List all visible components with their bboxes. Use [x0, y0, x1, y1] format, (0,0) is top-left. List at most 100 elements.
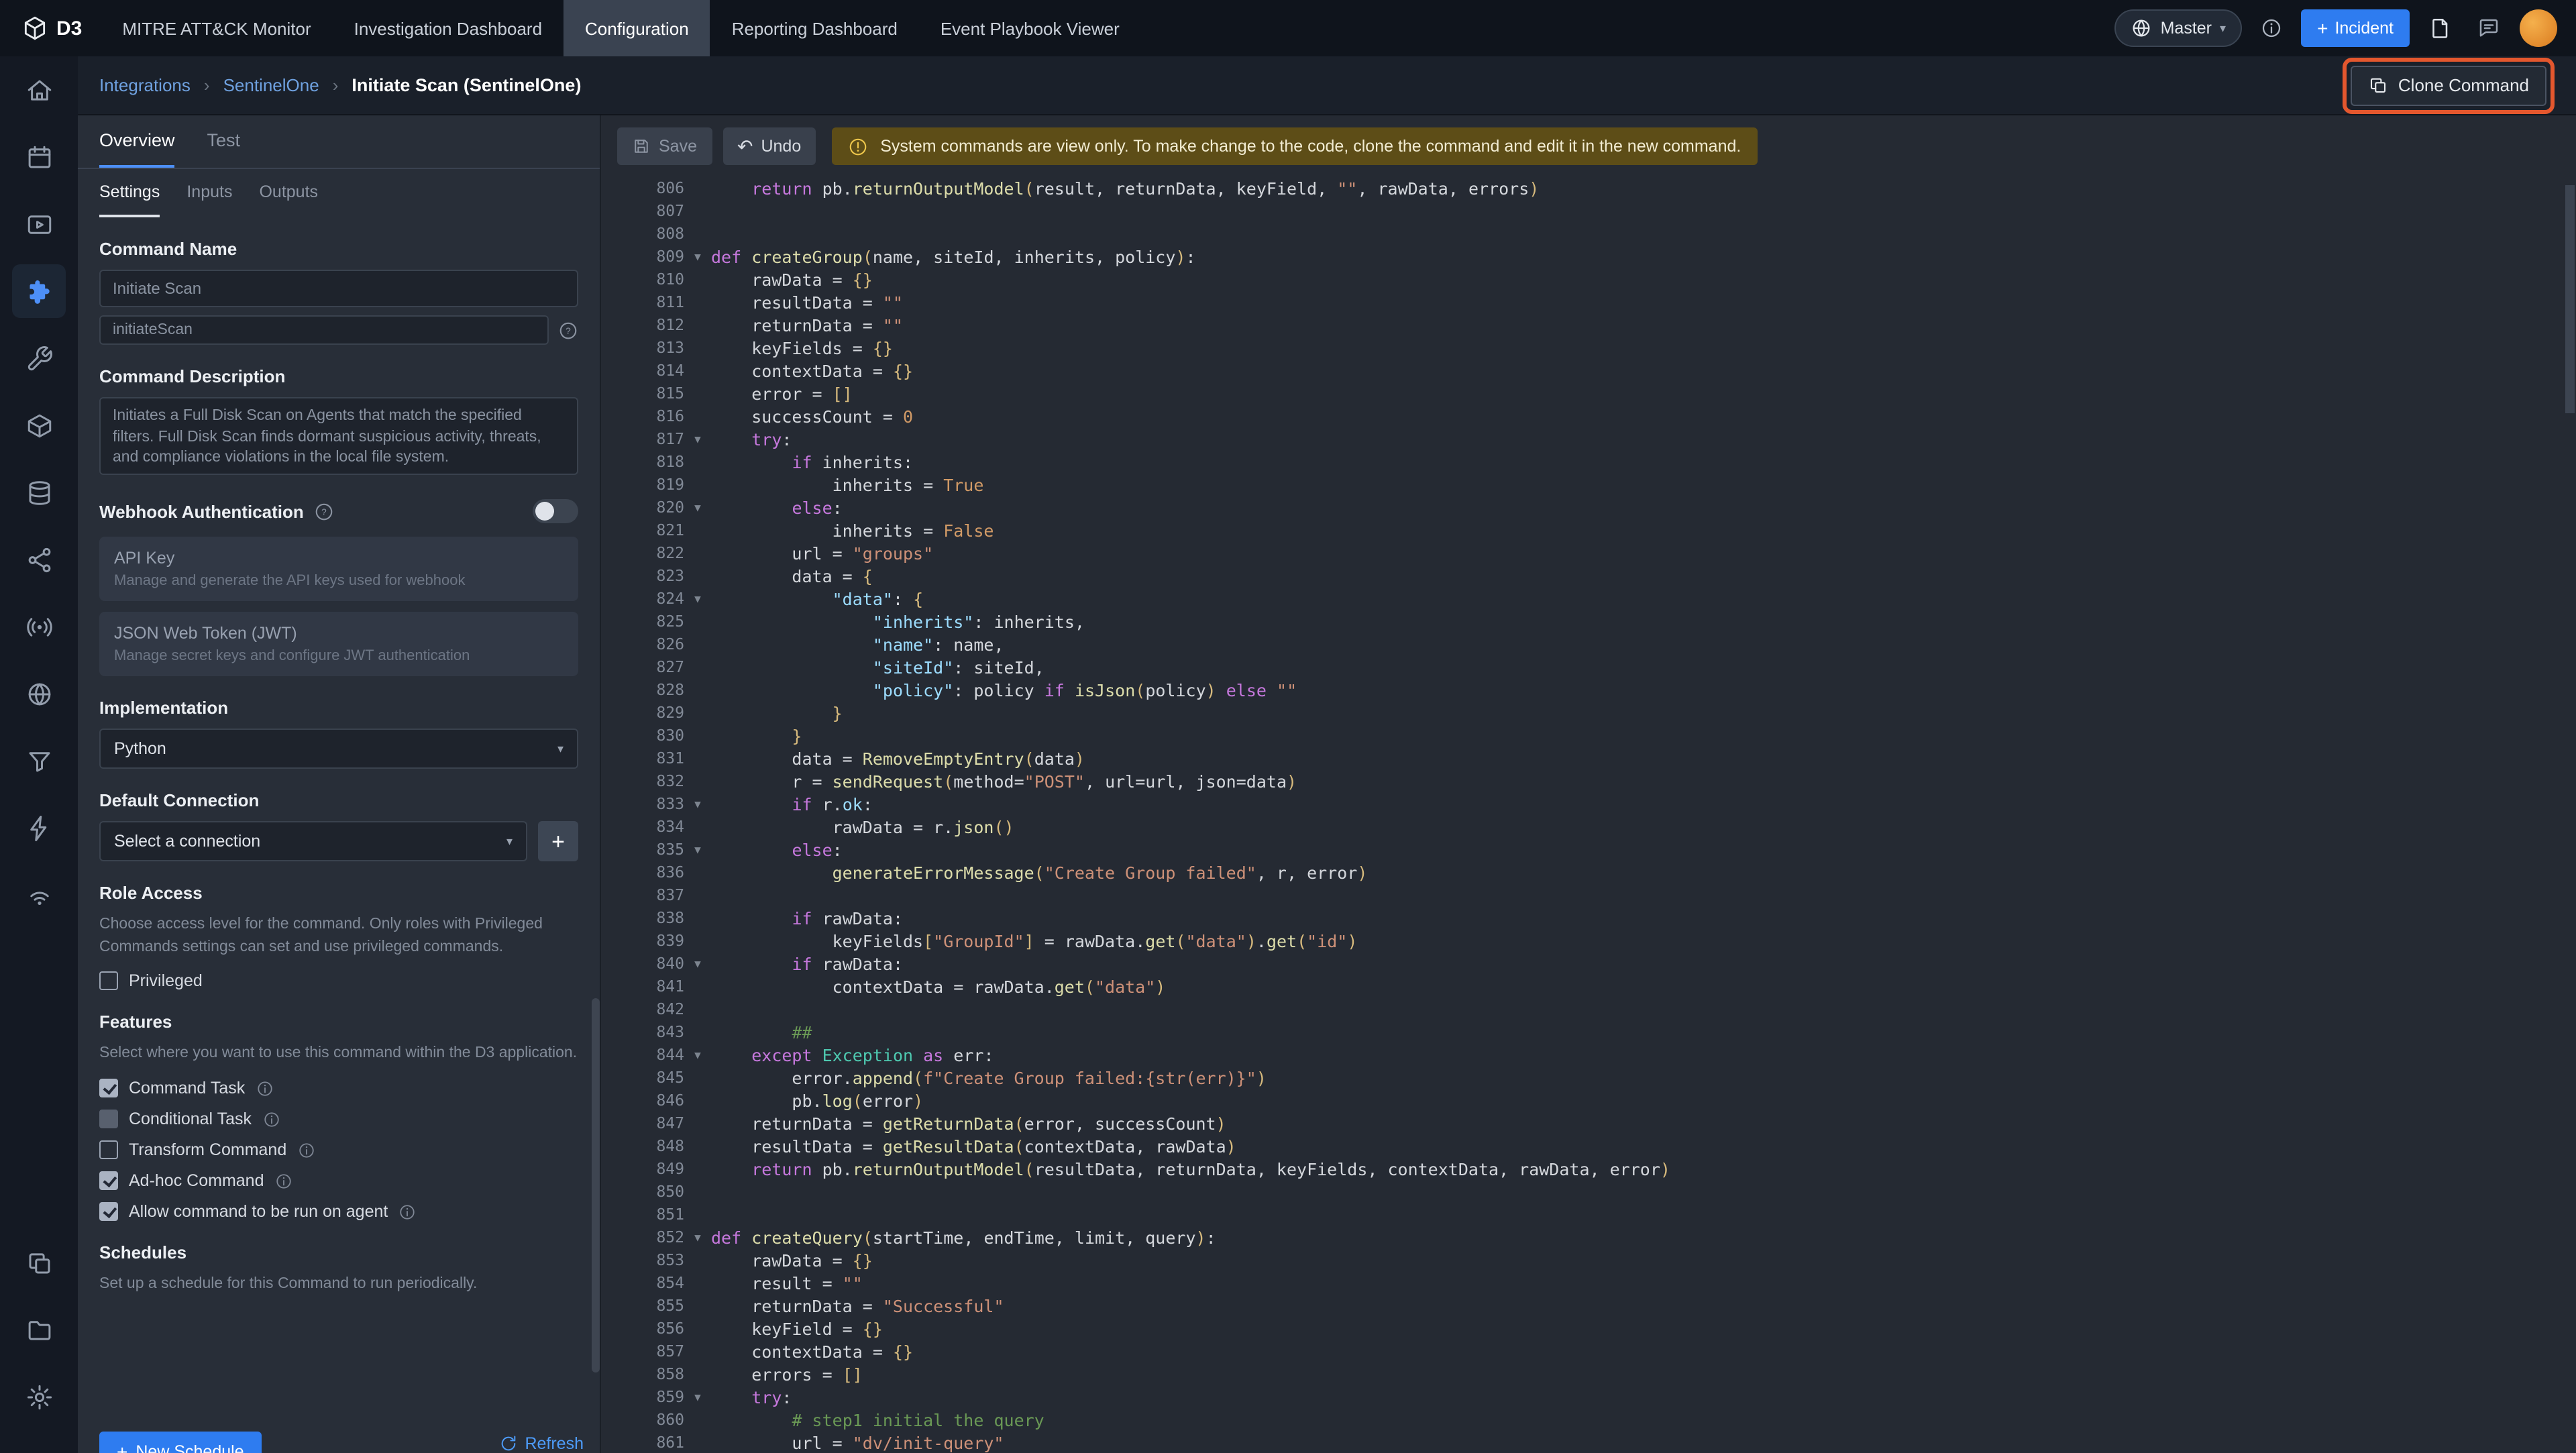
code-line-850[interactable]: 850: [601, 1181, 2576, 1203]
rail-item-folder[interactable]: [12, 1303, 66, 1356]
rail-item-funnel[interactable]: [12, 734, 66, 788]
code-line-847[interactable]: 847 returnData = getReturnData(error, su…: [601, 1112, 2576, 1135]
fold-icon[interactable]: ▼: [684, 793, 711, 816]
code-line-837[interactable]: 837: [601, 884, 2576, 907]
rail-item-copy[interactable]: [12, 1236, 66, 1289]
rail-item-bolt[interactable]: [12, 801, 66, 855]
code-line-830[interactable]: 830 }: [601, 724, 2576, 747]
command-name-input[interactable]: [99, 270, 578, 307]
avatar[interactable]: [2520, 9, 2557, 47]
refresh-link[interactable]: Refresh: [499, 1434, 584, 1453]
documents-button[interactable]: [2423, 11, 2458, 46]
subtab-outputs[interactable]: Outputs: [259, 169, 318, 217]
checkbox[interactable]: [99, 1079, 118, 1097]
privileged-checkbox[interactable]: [99, 972, 118, 991]
command-id-input[interactable]: [99, 315, 549, 345]
code-line-809[interactable]: 809▼def createGroup(name, siteId, inheri…: [601, 246, 2576, 268]
code-line-806[interactable]: 806 return pb.returnOutputModel(result, …: [601, 177, 2576, 200]
rail-item-share[interactable]: [12, 533, 66, 586]
feature-transform-command[interactable]: Transform Command: [99, 1140, 578, 1159]
code-line-856[interactable]: 856 keyField = {}: [601, 1317, 2576, 1340]
code-line-839[interactable]: 839 keyFields["GroupId"] = rawData.get("…: [601, 930, 2576, 953]
code-line-851[interactable]: 851: [601, 1203, 2576, 1226]
fold-icon[interactable]: ▼: [684, 246, 711, 268]
fold-icon[interactable]: ▼: [684, 1226, 711, 1249]
code-line-860[interactable]: 860 # step1 initial the query: [601, 1409, 2576, 1432]
code-line-827[interactable]: 827 "siteId": siteId,: [601, 656, 2576, 679]
privileged-checkbox-row[interactable]: Privileged: [99, 972, 578, 991]
fold-icon[interactable]: ▼: [684, 428, 711, 451]
code-line-838[interactable]: 838 if rawData:: [601, 907, 2576, 930]
code-line-842[interactable]: 842: [601, 998, 2576, 1021]
code-line-826[interactable]: 826 "name": name,: [601, 633, 2576, 656]
subtab-inputs[interactable]: Inputs: [186, 169, 232, 217]
code-line-825[interactable]: 825 "inherits": inherits,: [601, 610, 2576, 633]
code-line-854[interactable]: 854 result = "": [601, 1272, 2576, 1295]
code-line-819[interactable]: 819 inherits = True: [601, 474, 2576, 496]
code-line-808[interactable]: 808: [601, 223, 2576, 246]
fold-icon[interactable]: ▼: [684, 588, 711, 610]
panel-scrollbar[interactable]: [592, 998, 600, 1373]
code-line-822[interactable]: 822 url = "groups": [601, 542, 2576, 565]
rail-item-video[interactable]: [12, 197, 66, 251]
code-line-841[interactable]: 841 contextData = rawData.get("data"): [601, 975, 2576, 998]
code-line-849[interactable]: 849 return pb.returnOutputModel(resultDa…: [601, 1158, 2576, 1181]
code-line-810[interactable]: 810 rawData = {}: [601, 268, 2576, 291]
subtab-settings[interactable]: Settings: [99, 169, 160, 217]
fold-icon[interactable]: ▼: [684, 1386, 711, 1409]
rail-item-puzzle[interactable]: [12, 264, 66, 318]
fold-icon[interactable]: ▼: [684, 953, 711, 975]
checkbox[interactable]: [99, 1171, 118, 1190]
nav-tab-configuration[interactable]: Configuration: [564, 0, 710, 56]
d3-logo[interactable]: D3: [0, 0, 101, 56]
code-line-861[interactable]: 861 url = "dv/init-query": [601, 1432, 2576, 1453]
code-line-821[interactable]: 821 inherits = False: [601, 519, 2576, 542]
code-line-831[interactable]: 831 data = RemoveEmptyEntry(data): [601, 747, 2576, 770]
nav-tab-mitre-att-ck-monitor[interactable]: MITRE ATT&CK Monitor: [101, 0, 332, 56]
tab-overview[interactable]: Overview: [99, 115, 175, 168]
breadcrumb-item-integrations[interactable]: Integrations: [99, 75, 191, 95]
code-line-817[interactable]: 817▼ try:: [601, 428, 2576, 451]
code-editor[interactable]: 806 return pb.returnOutputModel(result, …: [601, 177, 2576, 1453]
code-line-823[interactable]: 823 data = {: [601, 565, 2576, 588]
code-line-814[interactable]: 814 contextData = {}: [601, 360, 2576, 382]
code-line-824[interactable]: 824▼ "data": {: [601, 588, 2576, 610]
connection-select[interactable]: Select a connection ▾: [99, 821, 527, 861]
rail-item-gear[interactable]: [12, 1370, 66, 1423]
code-line-834[interactable]: 834 rawData = r.json(): [601, 816, 2576, 839]
code-line-816[interactable]: 816 successCount = 0: [601, 405, 2576, 428]
feature-command-task[interactable]: Command Task: [99, 1079, 578, 1097]
fold-icon[interactable]: ▼: [684, 496, 711, 519]
code-line-852[interactable]: 852▼def createQuery(startTime, endTime, …: [601, 1226, 2576, 1249]
rail-item-database[interactable]: [12, 466, 66, 519]
code-line-833[interactable]: 833▼ if r.ok:: [601, 793, 2576, 816]
rail-item-globe[interactable]: [12, 667, 66, 720]
master-selector[interactable]: Master ▾: [2115, 9, 2242, 47]
code-line-843[interactable]: 843 ##: [601, 1021, 2576, 1044]
code-line-820[interactable]: 820▼ else:: [601, 496, 2576, 519]
rail-item-wrench[interactable]: [12, 331, 66, 385]
feature-conditional-task[interactable]: Conditional Task: [99, 1110, 578, 1128]
code-line-858[interactable]: 858 errors = []: [601, 1363, 2576, 1386]
code-line-859[interactable]: 859▼ try:: [601, 1386, 2576, 1409]
code-line-832[interactable]: 832 r = sendRequest(method="POST", url=u…: [601, 770, 2576, 793]
command-description-input[interactable]: Initiates a Full Disk Scan on Agents tha…: [99, 397, 578, 475]
nav-tab-reporting-dashboard[interactable]: Reporting Dashboard: [710, 0, 919, 56]
rail-item-signal[interactable]: [12, 868, 66, 922]
undo-button[interactable]: ↶ Undo: [722, 127, 816, 165]
info-button[interactable]: [2255, 12, 2288, 44]
rail-item-calendar[interactable]: [12, 130, 66, 184]
code-line-848[interactable]: 848 resultData = getResultData(contextDa…: [601, 1135, 2576, 1158]
new-incident-button[interactable]: + Incident: [2301, 9, 2410, 47]
code-line-846[interactable]: 846 pb.log(error): [601, 1089, 2576, 1112]
breadcrumb-item-sentinelone[interactable]: SentinelOne: [223, 75, 319, 95]
editor-scrollbar[interactable]: [2565, 185, 2575, 413]
fold-icon[interactable]: ▼: [684, 839, 711, 861]
add-connection-button[interactable]: +: [538, 821, 578, 861]
code-line-855[interactable]: 855 returnData = "Successful": [601, 1295, 2576, 1317]
rail-item-broadcast[interactable]: [12, 600, 66, 653]
jwt-card[interactable]: JSON Web Token (JWT) Manage secret keys …: [99, 612, 578, 676]
code-line-813[interactable]: 813 keyFields = {}: [601, 337, 2576, 360]
code-line-835[interactable]: 835▼ else:: [601, 839, 2576, 861]
code-line-811[interactable]: 811 resultData = "": [601, 291, 2576, 314]
